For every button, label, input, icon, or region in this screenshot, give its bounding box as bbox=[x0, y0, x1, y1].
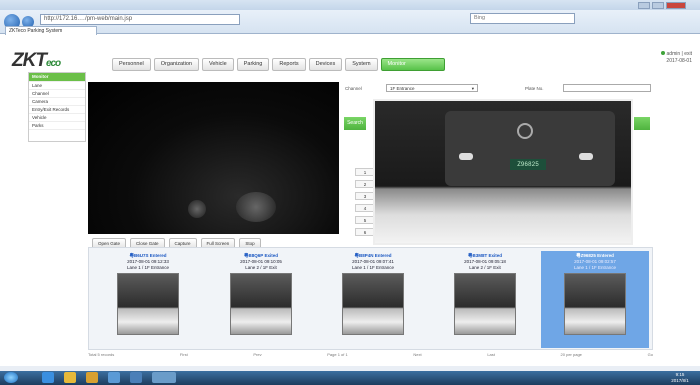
thumbnail-image bbox=[564, 273, 626, 335]
zkteco-logo: ZKTeco bbox=[12, 50, 61, 71]
taskbar-clock: 9:15 2017/8/1 bbox=[662, 372, 698, 384]
plate-input[interactable] bbox=[563, 84, 651, 92]
plate-label: Plate No. bbox=[525, 86, 544, 91]
thumbnail-image bbox=[117, 273, 179, 335]
thumbnail-time: 2017-08-01 09:05:18 bbox=[464, 259, 506, 264]
main-menu: Personnel Organization Vehicle Parking R… bbox=[112, 58, 445, 71]
list-item[interactable]: 6 bbox=[355, 228, 375, 236]
last-page-link[interactable]: Last bbox=[487, 352, 495, 360]
thumbnail-lane: Lane 1 / 1F Entrance bbox=[126, 265, 170, 270]
channel-select[interactable]: 1F Entrance ▾ bbox=[386, 84, 478, 92]
url-field[interactable]: http://172.16.…/pm-web/main.jsp bbox=[40, 14, 240, 25]
vehicle-grille bbox=[445, 111, 615, 186]
thumbnail-plate: 粤B3M8T Exited bbox=[467, 253, 502, 258]
headlight-right bbox=[579, 153, 593, 160]
vehicle-emblem bbox=[517, 123, 533, 139]
app-taskbar-icon[interactable] bbox=[130, 372, 142, 383]
thumbnail-card[interactable]: 粤B6U7S Entered 2017-08-01 09:12:33 Lane … bbox=[94, 251, 202, 348]
sidebar-item-vehicle[interactable]: Vehicle bbox=[29, 114, 85, 122]
user-icon bbox=[661, 51, 666, 55]
license-plate: Z96825 bbox=[510, 159, 546, 170]
sidebar-item-camera[interactable]: Camera bbox=[29, 98, 85, 106]
sidebar-item-channel[interactable]: Channel bbox=[29, 90, 85, 98]
ie-taskbar-icon[interactable] bbox=[42, 372, 54, 383]
menu-monitor[interactable]: Monitor bbox=[380, 58, 445, 71]
explorer-taskbar-icon[interactable] bbox=[64, 372, 76, 383]
thumbnail-time: 2017-08-01 09:10:05 bbox=[240, 259, 282, 264]
thumbnail-time: 2017-08-01 09:02:57 bbox=[574, 259, 616, 264]
pagination: Total 5 records First Prev Page 1 of 1 N… bbox=[88, 352, 653, 360]
menu-organization[interactable]: Organization bbox=[153, 58, 199, 71]
page-size-select[interactable]: 20 per page bbox=[561, 352, 582, 360]
active-window-taskbar-icon[interactable] bbox=[152, 372, 176, 383]
browser-title-bar bbox=[0, 0, 700, 10]
menu-system[interactable]: System bbox=[345, 58, 378, 71]
menu-vehicle[interactable]: Vehicle bbox=[201, 58, 234, 71]
close-window-button[interactable] bbox=[666, 2, 686, 9]
browser-tab[interactable]: ZKTeco Parking System bbox=[5, 26, 97, 35]
video-controls: Open Gate Close Gate Capture Full Screen… bbox=[92, 238, 261, 249]
captured-vehicle-image[interactable]: Z96825 bbox=[373, 99, 633, 245]
thumbnail-card[interactable]: 粤B8P4N Entered 2017-08-01 09:07:41 Lane … bbox=[319, 251, 427, 348]
menu-devices[interactable]: Devices bbox=[308, 58, 343, 71]
thumbnail-image bbox=[454, 273, 516, 335]
list-item[interactable]: 1 bbox=[355, 168, 375, 176]
thumbnail-time: 2017-08-01 09:12:33 bbox=[127, 259, 169, 264]
headlight-glow bbox=[236, 192, 276, 222]
thumbnail-plate: 粤Z96825 Entered bbox=[576, 253, 614, 258]
page-indicator: Page 1 of 1 bbox=[327, 352, 348, 357]
go-button[interactable]: Go bbox=[648, 352, 653, 360]
thumbnail-image bbox=[230, 273, 292, 335]
user-links[interactable]: admin | exit bbox=[667, 51, 692, 57]
sidebar: Monitor Lane Channel Camera Entry/Exit R… bbox=[28, 72, 86, 142]
sidebar-item-parks[interactable]: Parks bbox=[29, 122, 85, 130]
sidebar-item-records[interactable]: Entry/Exit Records bbox=[29, 106, 85, 114]
thumbnail-card[interactable]: 粤B3M8T Exited 2017-08-01 09:05:18 Lane 2… bbox=[431, 251, 539, 348]
thumbnail-lane: Lane 1 / 1F Entrance bbox=[573, 265, 617, 270]
headlight-left bbox=[459, 153, 473, 160]
menu-personnel[interactable]: Personnel bbox=[112, 58, 151, 71]
thumbnail-lane: Lane 2 / 1F Exit bbox=[245, 265, 277, 270]
thumbnail-time: 2017-08-01 09:07:41 bbox=[352, 259, 394, 264]
thumbnail-lane: Lane 1 / 1F Entrance bbox=[351, 265, 395, 270]
right-green-button[interactable] bbox=[634, 117, 650, 130]
windows-taskbar bbox=[0, 371, 700, 385]
prev-page-link[interactable]: Prev bbox=[253, 352, 261, 360]
minimize-button[interactable] bbox=[638, 2, 650, 9]
list-item[interactable]: 3 bbox=[355, 192, 375, 200]
thumbnail-plate: 粤B6U7S Entered bbox=[129, 253, 167, 258]
user-info: admin | exit 2017-08-01 bbox=[640, 51, 692, 65]
menu-reports[interactable]: Reports bbox=[272, 58, 306, 71]
channel-label: Channel bbox=[345, 86, 362, 91]
light-glow bbox=[188, 200, 206, 218]
search-button[interactable]: Search bbox=[344, 117, 366, 130]
thumbnail-image bbox=[342, 273, 404, 335]
app-taskbar-icon[interactable] bbox=[108, 372, 120, 383]
thumbnail-plate: 粤B8P4N Entered bbox=[354, 253, 392, 258]
thumbnail-plate: 粤B8Q6P Exited bbox=[244, 253, 278, 258]
channel-select-value: 1F Entrance bbox=[390, 86, 415, 91]
sidebar-item-lane[interactable]: Lane bbox=[29, 82, 85, 90]
chevron-down-icon: ▾ bbox=[471, 86, 474, 91]
clock-date: 2017/8/1 bbox=[671, 378, 689, 383]
next-page-link[interactable]: Next bbox=[413, 352, 421, 360]
record-count: Total 5 records bbox=[88, 352, 115, 357]
current-date: 2017-08-01 bbox=[666, 58, 692, 64]
folder-taskbar-icon[interactable] bbox=[86, 372, 98, 383]
list-item[interactable]: 4 bbox=[355, 204, 375, 212]
maximize-button[interactable] bbox=[652, 2, 664, 9]
list-item[interactable]: 2 bbox=[355, 180, 375, 188]
menu-parking[interactable]: Parking bbox=[236, 58, 270, 71]
browser-search-field[interactable]: Bing bbox=[470, 13, 575, 24]
start-button-icon[interactable] bbox=[4, 372, 18, 383]
thumbnail-card[interactable]: 粤B8Q6P Exited 2017-08-01 09:10:05 Lane 2… bbox=[207, 251, 315, 348]
thumbnail-lane: Lane 2 / 1F Exit bbox=[469, 265, 501, 270]
capture-thumbnails: 粤B6U7S Entered 2017-08-01 09:12:33 Lane … bbox=[88, 247, 653, 350]
thumbnail-card-selected[interactable]: 粤Z96825 Entered 2017-08-01 09:02:57 Lane… bbox=[541, 251, 649, 348]
list-item[interactable]: 5 bbox=[355, 216, 375, 224]
first-page-link[interactable]: First bbox=[180, 352, 188, 360]
live-video-feed[interactable] bbox=[88, 82, 339, 234]
sidebar-item-monitor[interactable]: Monitor bbox=[29, 73, 85, 82]
